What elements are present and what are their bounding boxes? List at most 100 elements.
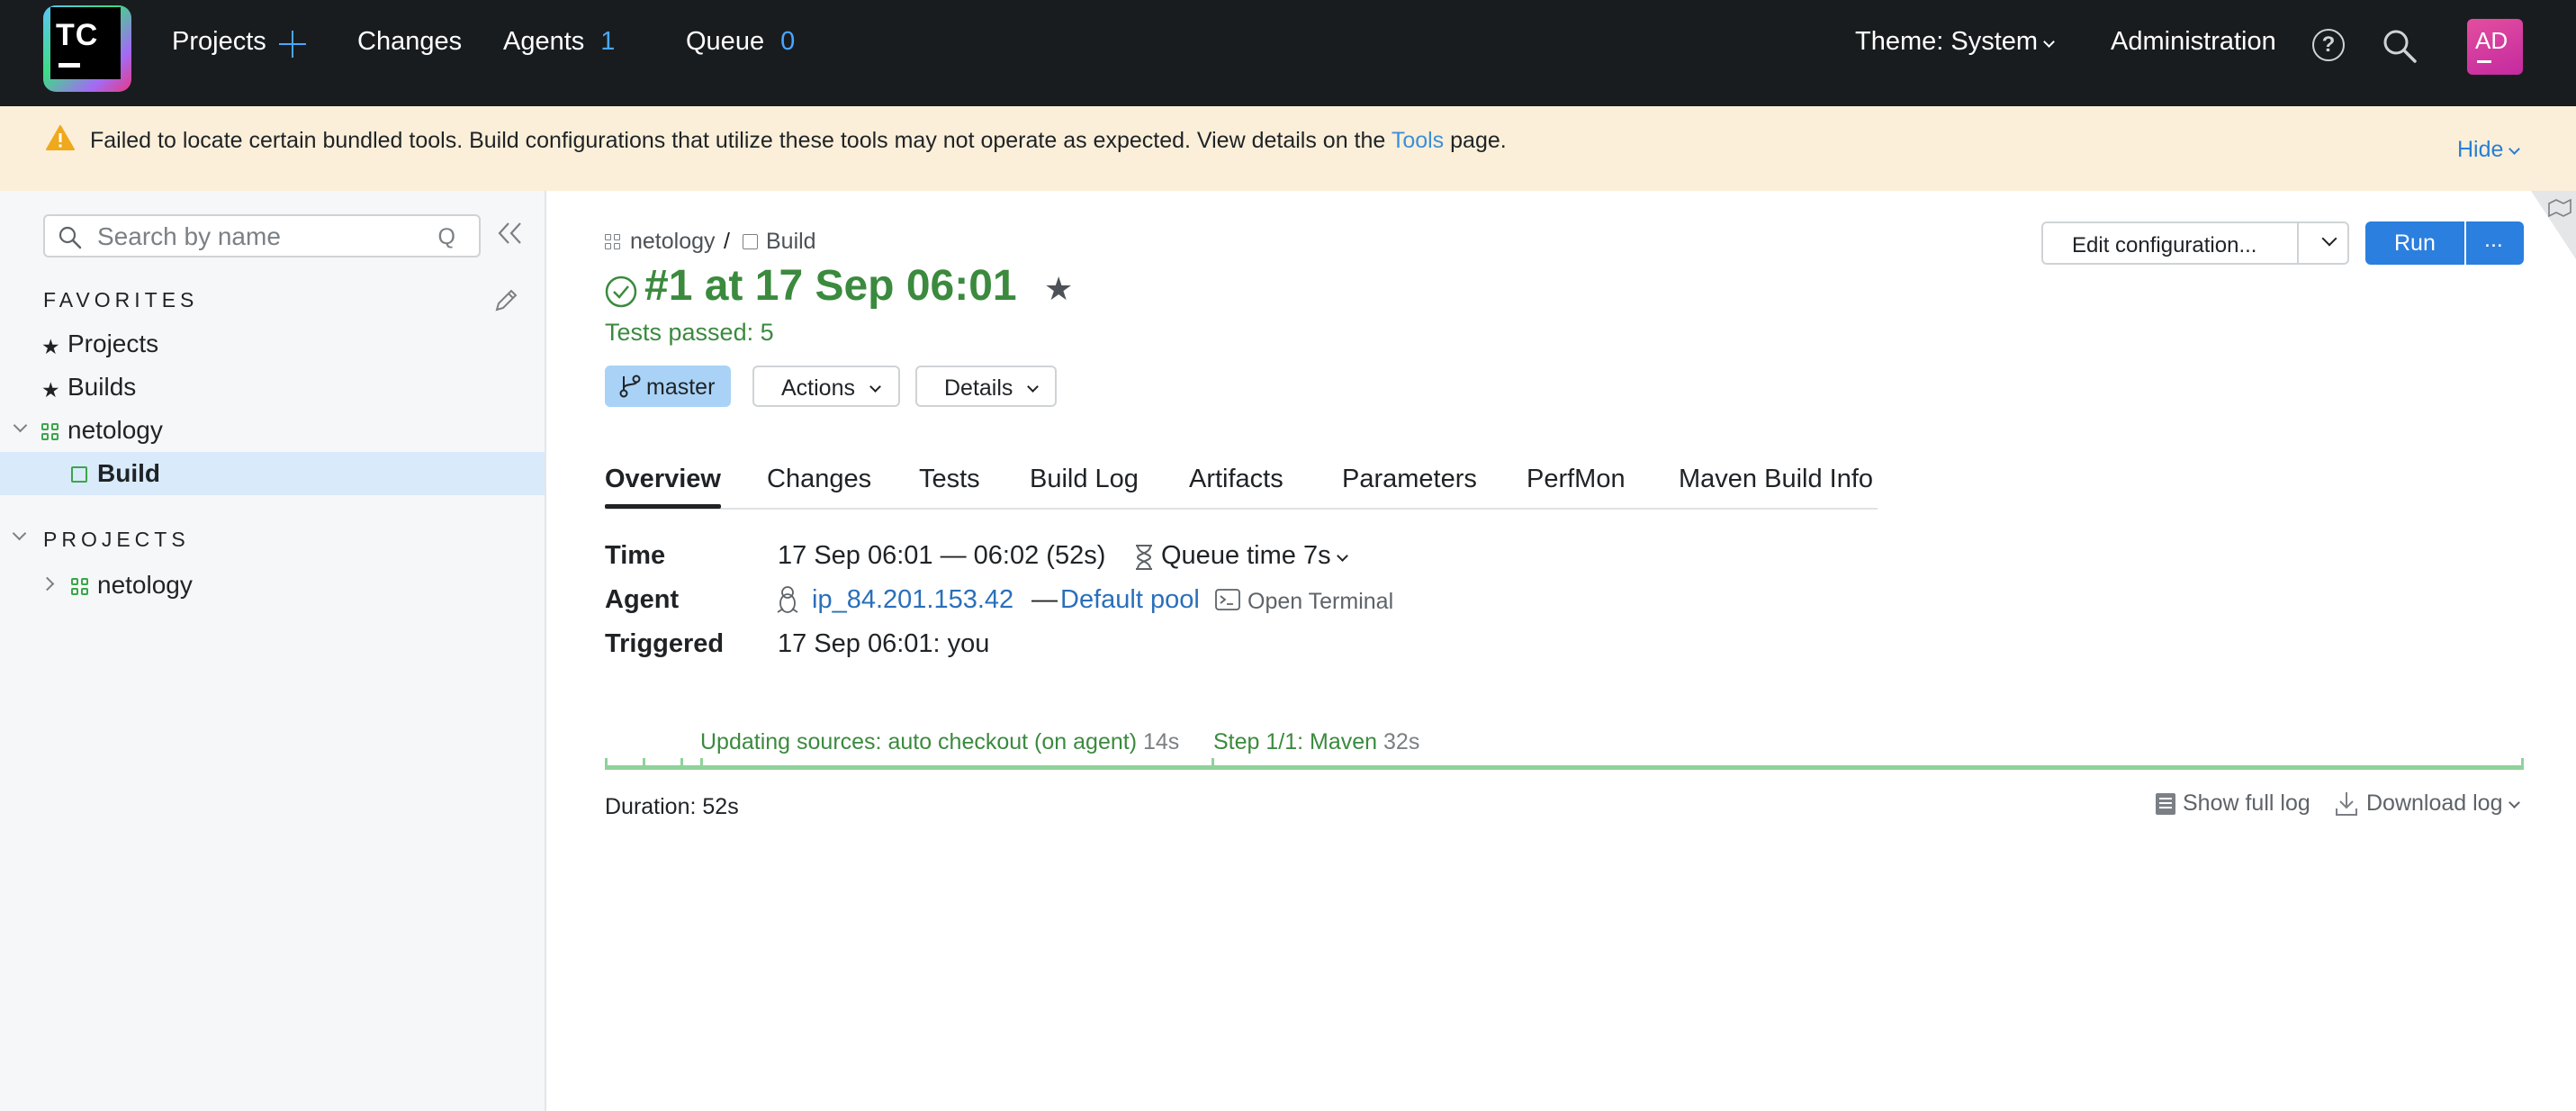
run-button[interactable]: Run xyxy=(2365,221,2464,265)
breadcrumb-config[interactable]: Build xyxy=(766,229,816,255)
favorite-build-config[interactable]: Build xyxy=(0,452,545,495)
sidebar: Q FAVORITES ★ Projects ★ Builds netology… xyxy=(0,191,546,1111)
open-terminal-link[interactable]: Open Terminal xyxy=(1247,589,1393,615)
star-icon: ★ xyxy=(41,378,60,402)
details-dropdown[interactable]: Details xyxy=(915,366,1057,407)
warning-banner: Failed to locate certain bundled tools. … xyxy=(0,106,2576,191)
theme-selector[interactable]: Theme: System xyxy=(1855,27,2055,57)
chevron-down-icon xyxy=(2043,36,2055,48)
favorite-builds[interactable]: ★ Builds xyxy=(0,366,545,409)
nav-agents[interactable]: Agents 1 xyxy=(503,27,615,57)
project-netology[interactable]: netology xyxy=(0,564,545,607)
log-icon xyxy=(2155,792,2176,820)
tab-tests[interactable]: Tests xyxy=(919,465,980,494)
edit-favorites-pencil-icon[interactable] xyxy=(493,286,520,318)
actions-dropdown[interactable]: Actions xyxy=(752,366,900,407)
hide-banner-button[interactable]: Hide xyxy=(2457,137,2521,163)
chevron-down-icon[interactable] xyxy=(13,418,28,433)
download-log-dropdown[interactable]: Download log xyxy=(2366,790,2520,817)
chevron-down-icon xyxy=(869,381,881,393)
show-full-log-link[interactable]: Show full log xyxy=(2183,790,2310,817)
edit-configuration-button[interactable]: Edit configuration... xyxy=(2041,221,2299,265)
teamcity-logo[interactable]: TC xyxy=(43,5,131,92)
agent-separator: — xyxy=(1031,585,1058,614)
chevron-down-icon[interactable] xyxy=(12,526,27,541)
agent-label: Agent xyxy=(605,585,680,614)
search-hotkey-hint: Q xyxy=(437,224,455,249)
page-title: #1 at 17 Sep 06:01 xyxy=(644,262,1017,310)
favorite-star-icon[interactable]: ★ xyxy=(1044,270,1073,308)
star-icon: ★ xyxy=(41,335,60,358)
warning-message: Failed to locate certain bundled tools. … xyxy=(90,128,1507,153)
favorites-section-title: FAVORITES xyxy=(43,288,199,312)
project-grid-icon xyxy=(41,423,59,441)
triggered-value: 17 Sep 06:01: you xyxy=(778,629,990,658)
queue-time-dropdown[interactable]: Queue time 7s xyxy=(1161,541,1348,571)
tab-maven-build-info[interactable]: Maven Build Info xyxy=(1679,465,1873,494)
sidebar-search[interactable]: Q xyxy=(43,214,481,257)
timeline-step-maven[interactable]: Step 1/1: Maven 32s xyxy=(1213,729,1419,755)
user-avatar[interactable]: AD xyxy=(2467,19,2523,75)
branch-badge[interactable]: master xyxy=(605,366,731,407)
search-input[interactable] xyxy=(95,221,419,252)
agents-count: 1 xyxy=(600,27,616,56)
corner-fold-icon[interactable] xyxy=(2531,191,2576,259)
active-tab-indicator xyxy=(605,504,721,509)
hourglass-icon xyxy=(1133,544,1155,575)
terminal-icon xyxy=(1215,589,1240,615)
chevron-right-icon[interactable] xyxy=(40,576,55,592)
add-project-plus-icon[interactable] xyxy=(279,31,306,58)
warning-icon xyxy=(45,124,76,156)
project-grid-icon xyxy=(71,578,89,596)
chevron-down-icon xyxy=(2508,797,2520,808)
tab-parameters[interactable]: Parameters xyxy=(1342,465,1477,494)
nav-changes[interactable]: Changes xyxy=(357,27,462,57)
help-icon[interactable]: ? xyxy=(2312,29,2345,61)
build-timeline-bar[interactable] xyxy=(605,765,2524,770)
project-grid-icon xyxy=(605,234,621,250)
nav-agents-label: Agents xyxy=(503,27,585,56)
chevron-down-icon xyxy=(1336,550,1348,562)
tab-perfmon[interactable]: PerfMon xyxy=(1527,465,1626,494)
queue-count: 0 xyxy=(780,27,796,56)
build-config-icon xyxy=(71,466,87,483)
agent-pool-link[interactable]: Default pool xyxy=(1060,585,1200,615)
breadcrumb-separator: / xyxy=(724,229,730,254)
edit-configuration-dropdown[interactable] xyxy=(2297,221,2349,265)
nav-queue-label: Queue xyxy=(686,27,765,56)
chevron-down-icon xyxy=(2508,143,2521,155)
triggered-label: Triggered xyxy=(605,629,725,658)
tab-build-log[interactable]: Build Log xyxy=(1030,465,1139,494)
tab-changes[interactable]: Changes xyxy=(767,465,871,494)
chevron-down-icon xyxy=(1027,381,1039,393)
agent-link[interactable]: ip_84.201.153.42 xyxy=(812,585,1013,615)
time-label: Time xyxy=(605,541,666,570)
chevron-down-icon xyxy=(2321,230,2337,247)
nav-projects[interactable]: Projects xyxy=(172,27,266,57)
search-icon xyxy=(58,225,83,255)
collapse-sidebar-icon[interactable] xyxy=(497,221,524,249)
timeline-step-sources[interactable]: Updating sources: auto checkout (on agen… xyxy=(700,729,1179,755)
favorite-projects[interactable]: ★ Projects xyxy=(0,322,545,366)
build-tabs: Overview Changes Tests Build Log Artifac… xyxy=(605,456,1878,510)
tab-overview[interactable]: Overview xyxy=(605,465,721,494)
nav-administration[interactable]: Administration xyxy=(2111,27,2276,57)
theme-label: Theme: System xyxy=(1855,27,2039,56)
projects-section-title: PROJECTS xyxy=(12,526,190,552)
run-options-button[interactable]: ... xyxy=(2466,221,2524,265)
nav-queue[interactable]: Queue 0 xyxy=(686,27,795,57)
download-icon xyxy=(2334,790,2359,822)
favorite-project-netology[interactable]: netology xyxy=(0,409,545,452)
search-icon[interactable] xyxy=(2382,28,2418,64)
time-value: 17 Sep 06:01 — 06:02 (52s) xyxy=(778,541,1106,570)
linux-icon xyxy=(776,585,799,619)
success-check-icon xyxy=(605,275,637,312)
tools-link[interactable]: Tools xyxy=(1392,128,1444,153)
tests-passed-link[interactable]: Tests passed: 5 xyxy=(605,319,774,347)
breadcrumb-project[interactable]: netology xyxy=(630,229,716,255)
build-config-icon xyxy=(743,234,758,249)
build-duration: Duration: 52s xyxy=(605,794,739,819)
branch-icon xyxy=(619,375,641,398)
tab-artifacts[interactable]: Artifacts xyxy=(1189,465,1283,494)
top-navigation-bar: TC Projects Changes Agents 1 Queue 0 Theme… xyxy=(0,0,2576,106)
